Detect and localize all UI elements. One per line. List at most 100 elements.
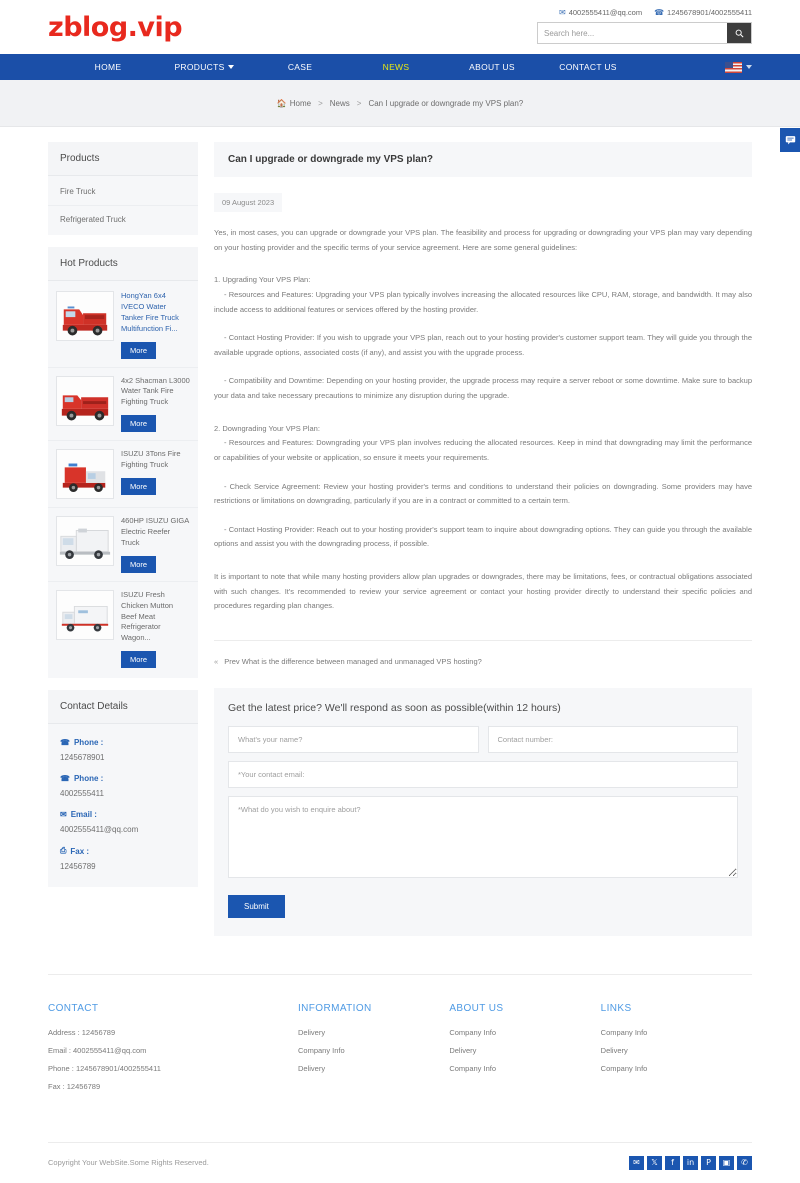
language-selector[interactable] [725, 61, 752, 73]
list-item[interactable]: ISUZU 3Tons Fire Fighting Truck More [48, 441, 198, 509]
name-field[interactable] [228, 725, 479, 753]
footer-link[interactable]: Company Info [298, 1046, 449, 1055]
fax-icon: ⎙ [60, 846, 67, 856]
linkedin-icon[interactable]: in [683, 1155, 698, 1170]
instagram-icon[interactable]: ▣ [719, 1155, 734, 1170]
nav-item-products[interactable]: PRODUCTS [156, 62, 252, 72]
product-meta: 4x2 Shacman L3000 Water Tank Fire Fighti… [121, 376, 190, 433]
search-input[interactable] [538, 23, 727, 43]
nav-item-home[interactable]: HOME [60, 62, 156, 72]
section-1-bullet-2-wrap: - Contact Hosting Provider: If you wish … [214, 331, 752, 360]
product-title[interactable]: 4x2 Shacman L3000 Water Tank Fire Fighti… [121, 376, 190, 409]
contact-value: 4002555411 [60, 789, 104, 799]
section-1-heading: 1. Upgrading Your VPS Plan: [214, 275, 311, 285]
email-share-icon[interactable]: ✉ [629, 1155, 644, 1170]
submit-button[interactable]: Submit [228, 894, 285, 918]
list-item[interactable]: HongYan 6x4 IVECO Water Tanker Fire Truc… [48, 283, 198, 368]
product-title[interactable]: 460HP ISUZU GIGA Electric Reefer Truck [121, 516, 190, 549]
contact-details-panel: Contact Details ☎ Phone : 1245678901 ☎ P… [48, 690, 198, 888]
double-chevron-left-icon: « [214, 656, 219, 666]
email-field[interactable] [228, 760, 738, 788]
product-title[interactable]: ISUZU 3Tons Fire Fighting Truck [121, 449, 190, 471]
more-button[interactable]: More [121, 477, 157, 495]
more-button[interactable]: More [121, 651, 157, 669]
article-section-2: 2. Downgrading Your VPS Plan: - Resource… [214, 422, 752, 466]
section-1-bullet-3-wrap: - Compatibility and Downtime: Depending … [214, 374, 752, 403]
footer-link[interactable]: Company Info [601, 1064, 752, 1073]
enquiry-row-3 [228, 795, 738, 878]
product-title[interactable]: HongYan 6x4 IVECO Water Tanker Fire Truc… [121, 291, 190, 335]
article-body: Yes, in most cases, you can upgrade or d… [214, 226, 752, 614]
pinterest-icon[interactable]: P [701, 1155, 716, 1170]
section-2-bullet-3-wrap: - Contact Hosting Provider: Reach out to… [214, 523, 752, 552]
product-thumbnail[interactable] [56, 589, 114, 640]
header-contact-info: ✉ 4002555411@qq.com ☎ 1245678901/400255541… [537, 8, 752, 17]
breadcrumb-item-news[interactable]: News [330, 99, 350, 108]
footer-link[interactable]: Company Info [601, 1028, 752, 1037]
breadcrumb-separator: > [356, 98, 362, 108]
product-thumbnail[interactable] [56, 375, 114, 426]
section-2-bullet-2-wrap: - Check Service Agreement: Review your h… [214, 480, 752, 509]
message-field[interactable] [228, 795, 738, 878]
hot-products-panel: Hot Products HongYan 6x4 IVECO Water Tan… [48, 247, 198, 679]
contact-row-fax: ⎙ Fax : 12456789 [48, 846, 198, 871]
nav-item-contact-us[interactable]: CONTACT US [540, 62, 636, 72]
product-thumbnail[interactable] [56, 291, 114, 341]
site-header: zblog.vip ✉ 4002555411@qq.com ☎ 1245678901… [0, 0, 800, 54]
whatsapp-icon[interactable]: ✆ [737, 1155, 752, 1170]
footer-link[interactable]: Delivery [298, 1064, 449, 1073]
prev-article-link[interactable]: « Prev What is the difference between ma… [214, 639, 752, 666]
contact-label: ✉ Email : [60, 810, 97, 820]
header-email[interactable]: ✉ 4002555411@qq.com [559, 8, 642, 17]
chat-widget-button[interactable] [780, 128, 800, 152]
more-button[interactable]: More [121, 415, 157, 433]
products-panel-body: Fire Truck Refrigerated Truck [48, 176, 198, 235]
section-1-bullet-1: - Resources and Features: Upgrading your… [214, 289, 752, 314]
hot-products-list: HongYan 6x4 IVECO Water Tanker Fire Truc… [48, 281, 198, 678]
nav-item-case[interactable]: CASE [252, 62, 348, 72]
white-box-truck-icon [57, 590, 113, 639]
hot-products-panel-title: Hot Products [48, 247, 198, 281]
breadcrumb-item-home[interactable]: Home [290, 99, 311, 108]
product-thumbnail[interactable] [56, 449, 114, 500]
footer-link[interactable]: Delivery [298, 1028, 449, 1037]
list-item[interactable]: 460HP ISUZU GIGA Electric Reefer Truck M… [48, 508, 198, 582]
footer-column-contact: CONTACT Address : 12456789 Email : 40025… [48, 1003, 298, 1100]
more-button[interactable]: More [121, 555, 157, 573]
article-date: 09 August 2023 [214, 193, 283, 212]
page-title: Can I upgrade or downgrade my VPS plan? [214, 142, 752, 177]
chat-bubble-icon [785, 136, 795, 145]
product-thumbnail[interactable] [56, 516, 114, 567]
list-item[interactable]: ISUZU Fresh Chicken Mutton Beef Meat Ref… [48, 582, 198, 676]
copyright-bar: Copyright Your WebSite.Some Rights Reser… [0, 1143, 800, 1183]
list-item[interactable]: 4x2 Shacman L3000 Water Tank Fire Fighti… [48, 368, 198, 442]
footer-link[interactable]: Company Info [449, 1064, 600, 1073]
product-title[interactable]: ISUZU Fresh Chicken Mutton Beef Meat Ref… [121, 590, 190, 644]
breadcrumb-separator: > [318, 98, 323, 108]
section-2-heading: 2. Downgrading Your VPS Plan: [214, 423, 320, 433]
sidebar-item-fire-truck[interactable]: Fire Truck [48, 178, 198, 206]
search-form[interactable] [537, 22, 752, 44]
product-meta: HongYan 6x4 IVECO Water Tanker Fire Truc… [121, 291, 190, 359]
site-logo[interactable]: zblog.vip [48, 12, 183, 43]
white-reefer-truck-icon [57, 517, 113, 566]
nav-item-about-us[interactable]: ABOUT US [444, 62, 540, 72]
contact-number-field[interactable] [487, 725, 738, 753]
header-phone[interactable]: ☎ 1245678901/4002555411 [654, 8, 752, 17]
main-navigation: HOME PRODUCTS CASE NEWS ABOUT US CONTACT… [0, 54, 800, 80]
twitter-icon[interactable]: 𝕏 [647, 1155, 662, 1170]
home-icon: 🏠 [276, 98, 287, 108]
footer-link[interactable]: Delivery [601, 1046, 752, 1055]
enquiry-heading: Get the latest price? We'll respond as s… [228, 701, 561, 714]
phone-icon: ☎ [60, 738, 70, 748]
nav-item-news[interactable]: NEWS [348, 62, 444, 72]
enquiry-row-1 [228, 725, 738, 753]
contact-details-body: ☎ Phone : 1245678901 ☎ Phone : 400255541… [48, 724, 198, 887]
sidebar-item-refrigerated-truck[interactable]: Refrigerated Truck [48, 206, 198, 233]
footer-link[interactable]: Delivery [449, 1046, 600, 1055]
footer-email: Email : 4002555411@qq.com [48, 1045, 147, 1055]
more-button[interactable]: More [121, 341, 157, 359]
search-button[interactable] [727, 23, 751, 43]
facebook-icon[interactable]: f [665, 1155, 680, 1170]
footer-link[interactable]: Company Info [449, 1028, 600, 1037]
